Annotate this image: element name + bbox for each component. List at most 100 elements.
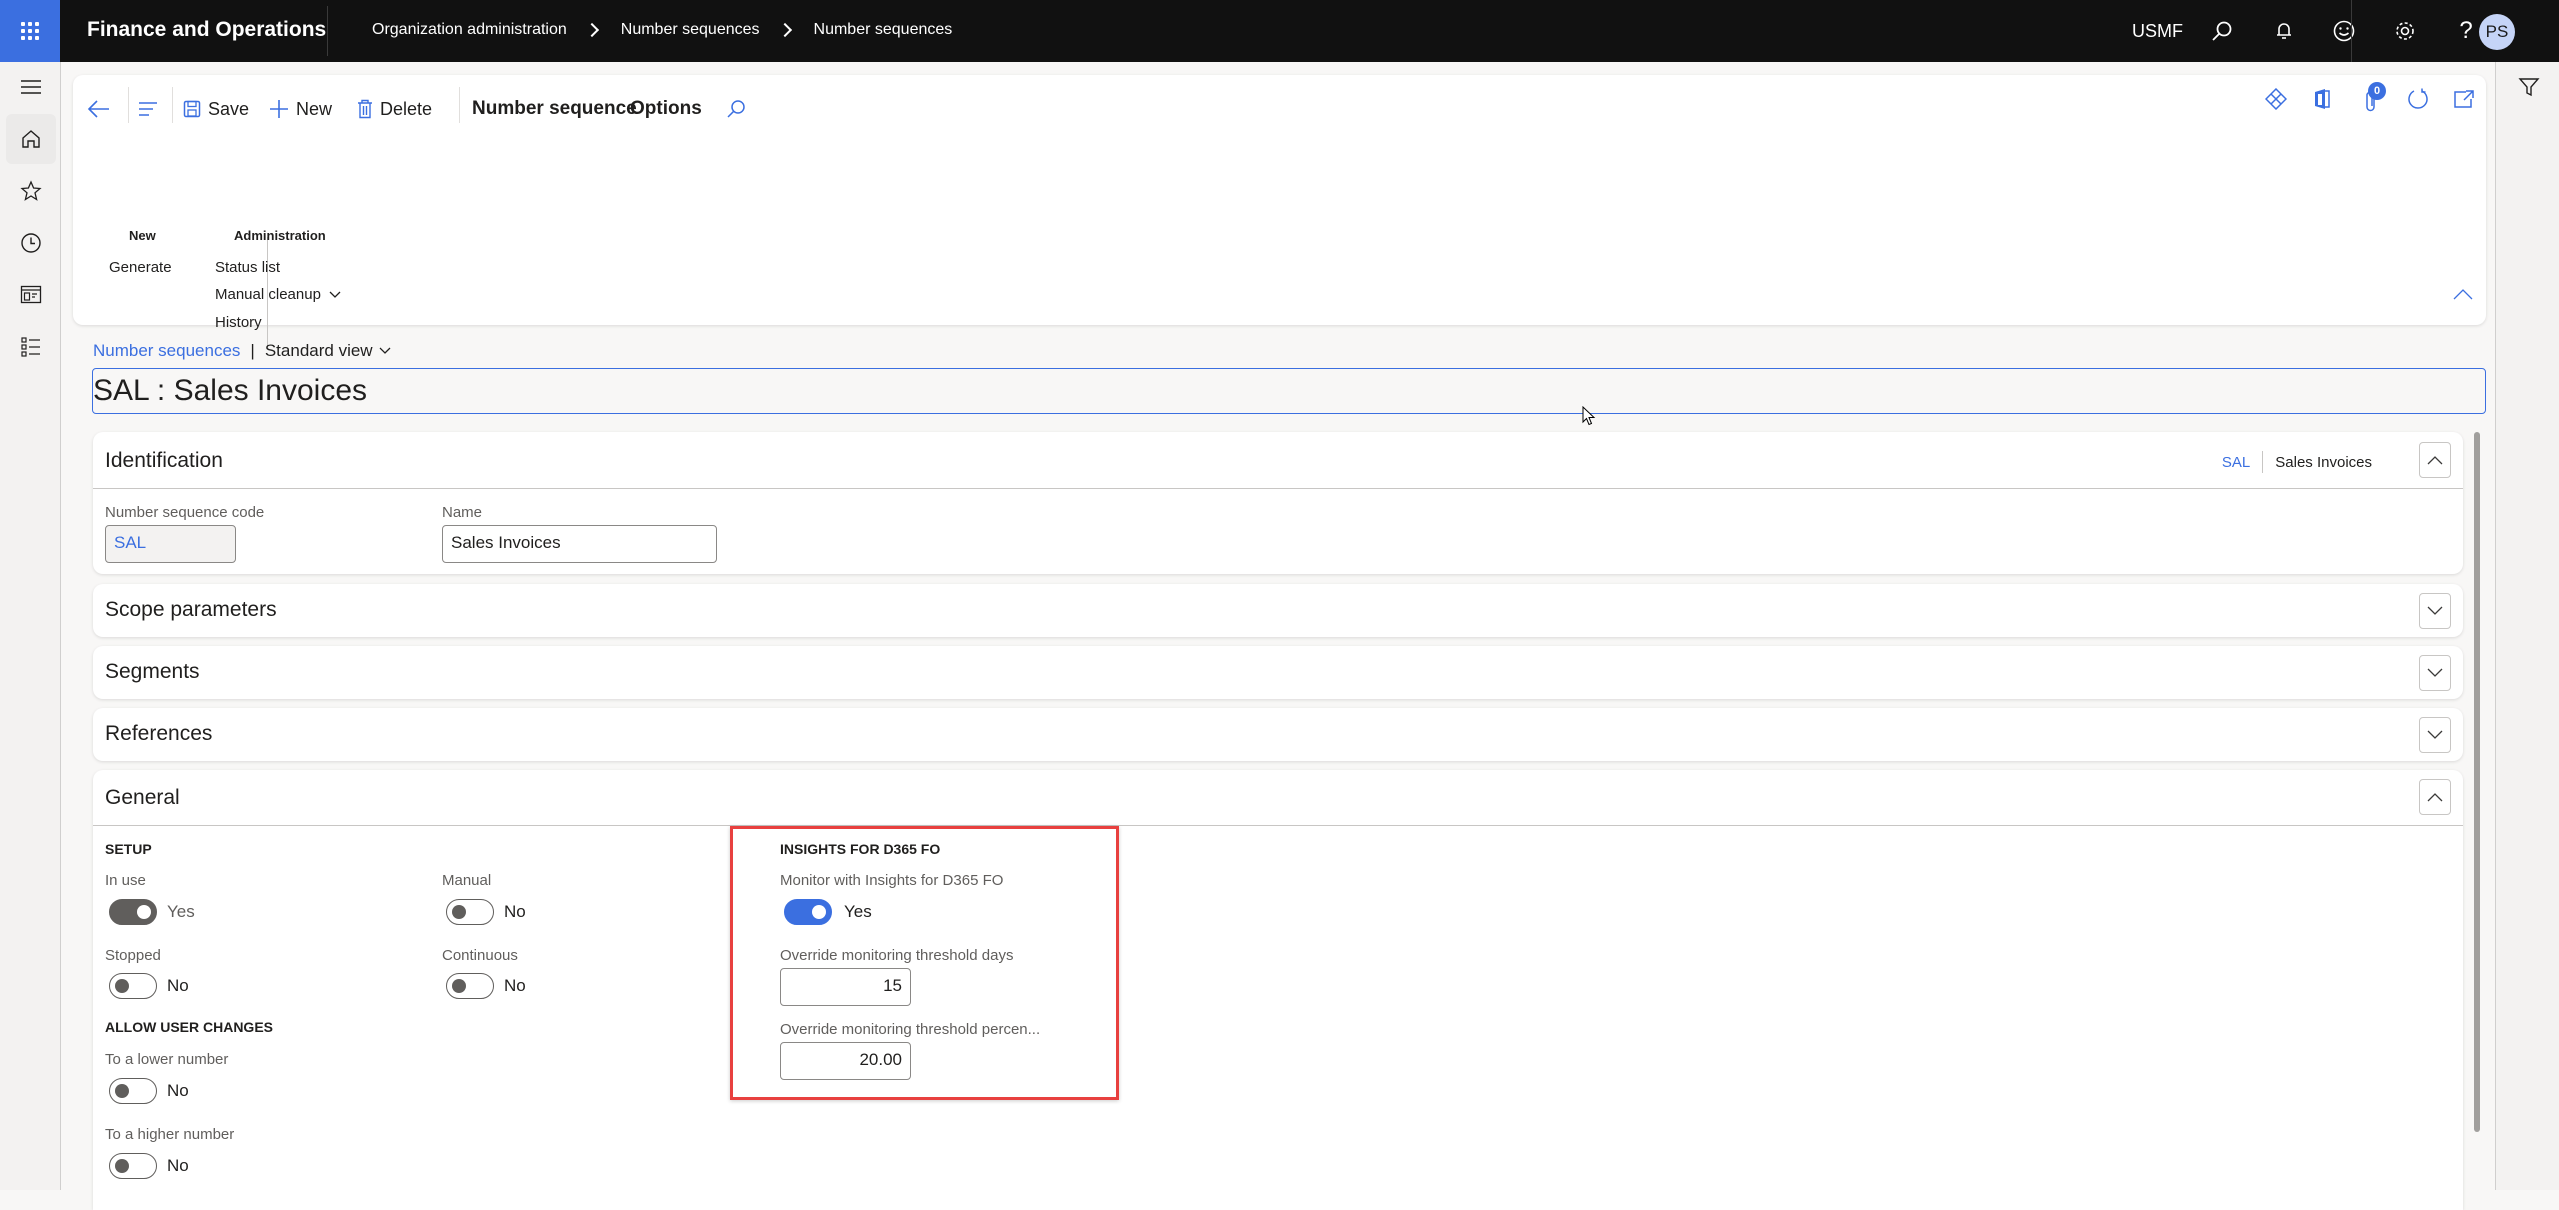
power-apps-icon[interactable] bbox=[2261, 84, 2291, 114]
general-section: General SETUP In use Yes Stopped No ALLO… bbox=[93, 770, 2463, 1210]
collapse-button[interactable] bbox=[2419, 442, 2451, 478]
action-menu-button[interactable] bbox=[137, 89, 159, 129]
search-actions-button[interactable] bbox=[725, 89, 747, 129]
name-label: Name bbox=[442, 504, 483, 521]
vertical-scrollbar[interactable] bbox=[2474, 432, 2480, 1132]
list-icon[interactable] bbox=[6, 322, 56, 372]
stopped-toggle[interactable] bbox=[109, 973, 157, 999]
references-section: References bbox=[93, 708, 2463, 761]
help-icon[interactable]: ? bbox=[2451, 16, 2481, 46]
manual-cleanup-label: Manual cleanup bbox=[215, 286, 321, 303]
in-use-toggle[interactable] bbox=[109, 899, 157, 925]
back-button[interactable] bbox=[87, 89, 111, 129]
summary-name: Sales Invoices bbox=[2275, 453, 2372, 471]
chevron-down-icon bbox=[2427, 730, 2443, 739]
chevron-up-icon bbox=[2427, 793, 2443, 802]
view-selector[interactable]: Standard view bbox=[265, 341, 391, 361]
identification-section: Identification SAL Sales Invoices Number… bbox=[93, 432, 2463, 574]
save-label: Save bbox=[208, 98, 250, 119]
smiley-icon[interactable] bbox=[2329, 16, 2359, 46]
top-nav-bar: Finance and Operations Organization admi… bbox=[0, 0, 2559, 62]
in-use-value: Yes bbox=[167, 902, 195, 921]
star-icon[interactable] bbox=[6, 166, 56, 216]
clock-icon[interactable] bbox=[6, 218, 56, 268]
number-sequences-link[interactable]: Number sequences bbox=[93, 341, 240, 361]
continuous-toggle[interactable] bbox=[446, 973, 494, 999]
collapse-action-pane-icon[interactable] bbox=[2453, 287, 2473, 305]
higher-number-toggle[interactable] bbox=[109, 1153, 157, 1179]
chevron-right-icon bbox=[777, 22, 792, 38]
divider bbox=[2351, 0, 2352, 62]
references-title[interactable]: References bbox=[105, 722, 212, 746]
filter-pane bbox=[2495, 62, 2559, 1190]
generate-button[interactable]: Generate bbox=[109, 259, 172, 276]
bell-icon[interactable] bbox=[2269, 16, 2299, 46]
tab-options[interactable]: Options bbox=[630, 89, 702, 129]
divider bbox=[327, 6, 328, 56]
stopped-label: Stopped bbox=[105, 947, 161, 964]
search-icon[interactable] bbox=[2207, 16, 2237, 46]
number-sequence-code-field[interactable]: SAL bbox=[105, 525, 236, 563]
workspace-icon[interactable] bbox=[6, 270, 56, 320]
general-title[interactable]: General bbox=[105, 786, 180, 810]
scope-parameters-section: Scope parameters bbox=[93, 584, 2463, 637]
expand-button[interactable] bbox=[2419, 593, 2451, 629]
identification-title[interactable]: Identification bbox=[105, 449, 223, 473]
gear-icon[interactable] bbox=[2390, 16, 2420, 46]
divider bbox=[2262, 451, 2264, 473]
crumb-separator: | bbox=[250, 341, 255, 360]
company-picker[interactable]: USMF bbox=[2132, 21, 2183, 42]
collapse-button[interactable] bbox=[2419, 779, 2451, 815]
lower-number-label: To a lower number bbox=[105, 1051, 229, 1068]
lower-number-toggle[interactable] bbox=[109, 1078, 157, 1104]
identification-summary: SAL Sales Invoices bbox=[2222, 451, 2372, 473]
waffle-icon bbox=[21, 22, 39, 40]
new-button[interactable]: New bbox=[269, 89, 332, 129]
segments-title[interactable]: Segments bbox=[105, 660, 200, 684]
summary-code: SAL bbox=[2221, 453, 2251, 471]
filter-icon[interactable] bbox=[2518, 76, 2540, 103]
group-title-administration: Administration bbox=[234, 228, 326, 243]
action-pane: Save New Delete Number sequence Options … bbox=[73, 75, 2486, 347]
manual-cleanup-button[interactable]: Manual cleanup bbox=[215, 286, 341, 303]
tab-number-sequence[interactable]: Number sequence bbox=[459, 89, 637, 129]
status-list-button[interactable]: Status list bbox=[215, 259, 280, 276]
allow-user-changes-heading: ALLOW USER CHANGES bbox=[105, 1019, 273, 1035]
higher-number-label: To a higher number bbox=[105, 1126, 235, 1143]
manual-toggle[interactable] bbox=[446, 899, 494, 925]
page-breadcrumb: Number sequences | Standard view bbox=[93, 341, 391, 361]
stopped-value: No bbox=[167, 976, 189, 995]
breadcrumb-item[interactable]: Number sequences bbox=[621, 21, 760, 39]
hamburger-icon[interactable] bbox=[6, 62, 56, 112]
delete-button[interactable]: Delete bbox=[357, 89, 432, 129]
open-new-window-icon[interactable] bbox=[2449, 84, 2479, 114]
trash-icon bbox=[358, 99, 372, 119]
highlight-annotation bbox=[730, 826, 1119, 1100]
chevron-down-icon bbox=[329, 291, 341, 298]
save-button[interactable]: Save bbox=[183, 89, 249, 129]
home-icon[interactable] bbox=[6, 114, 56, 164]
view-label: Standard view bbox=[264, 341, 373, 360]
name-field[interactable]: Sales Invoices bbox=[442, 525, 717, 563]
save-icon bbox=[183, 100, 201, 118]
plus-icon bbox=[270, 100, 288, 118]
avatar[interactable]: PS bbox=[2479, 14, 2515, 50]
scope-parameters-title[interactable]: Scope parameters bbox=[105, 598, 277, 622]
page-title-box bbox=[92, 368, 2486, 414]
segments-section: Segments bbox=[93, 646, 2463, 699]
breadcrumb-item[interactable]: Organization administration bbox=[372, 21, 567, 39]
delete-label: Delete bbox=[380, 98, 433, 119]
refresh-icon[interactable] bbox=[2403, 84, 2433, 114]
search-icon bbox=[727, 100, 745, 118]
expand-button[interactable] bbox=[2419, 717, 2451, 753]
expand-button[interactable] bbox=[2419, 655, 2451, 691]
history-button[interactable]: History bbox=[215, 314, 262, 331]
divider bbox=[93, 488, 2463, 489]
breadcrumb-item[interactable]: Number sequences bbox=[814, 21, 953, 39]
in-use-label: In use bbox=[105, 872, 146, 889]
app-launcher-button[interactable] bbox=[0, 0, 60, 62]
continuous-label: Continuous bbox=[442, 947, 518, 964]
office-icon[interactable] bbox=[2307, 84, 2337, 114]
chevron-down-icon bbox=[379, 347, 391, 354]
code-label: Number sequence code bbox=[105, 504, 265, 521]
